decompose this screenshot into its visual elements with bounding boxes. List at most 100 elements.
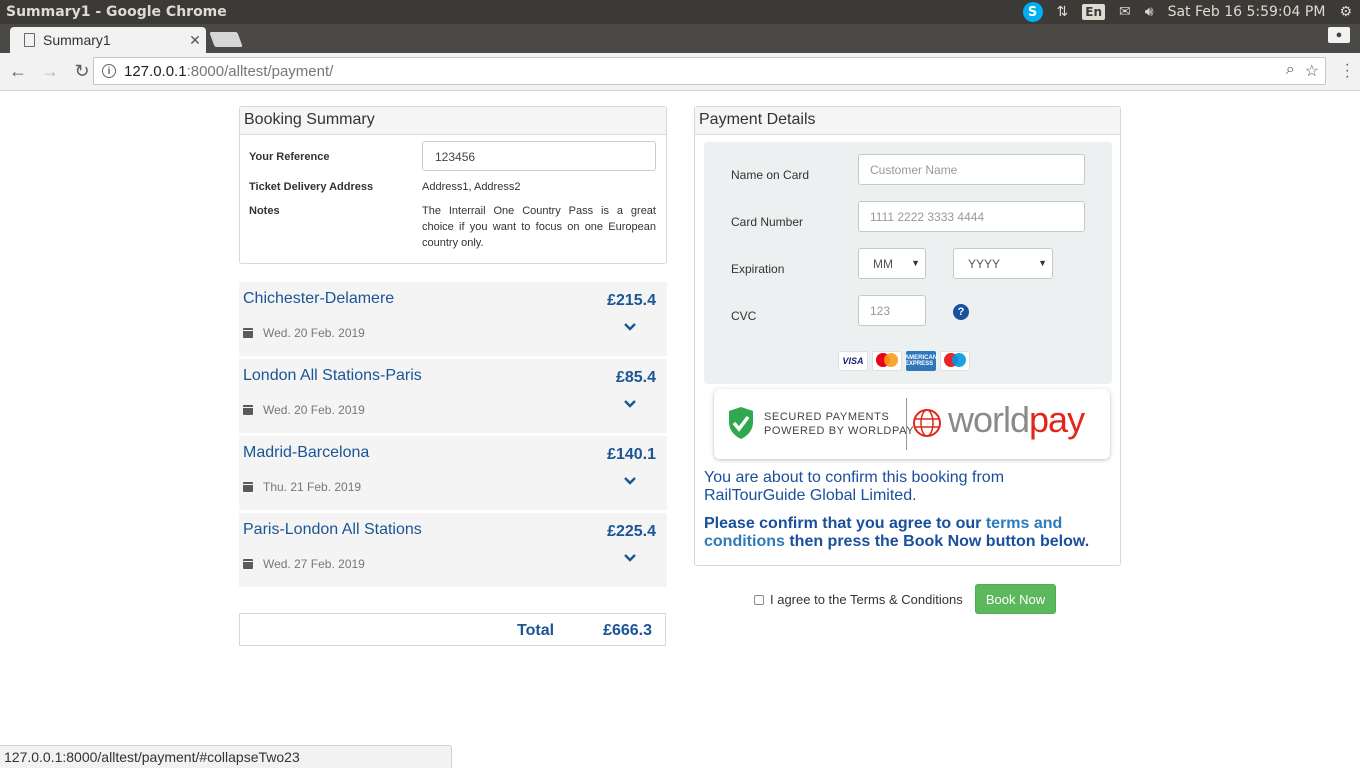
new-tab-button[interactable] — [209, 32, 243, 47]
document-icon — [24, 33, 35, 47]
total-label: Total — [517, 622, 555, 639]
total-value: £666.3 — [603, 622, 652, 639]
chevron-down-icon[interactable] — [623, 320, 637, 334]
calendar-icon — [243, 405, 253, 415]
expiry-month-select[interactable]: MM ▼ — [858, 248, 926, 279]
browser-tab-strip: Summary1 ✕ ● — [0, 24, 1360, 53]
agree-terms-label[interactable]: I agree to the Terms & Conditions — [770, 592, 963, 607]
delivery-address-label: Ticket Delivery Address — [249, 181, 374, 193]
status-bar-url: 127.0.0.1:8000/alltest/payment/#collapse… — [0, 745, 452, 768]
agree-terms-row[interactable]: I agree to the Terms & Conditions — [754, 592, 963, 607]
visa-card-icon: VISA — [838, 351, 868, 371]
card-form: Name on Card Customer Name Card Number 1… — [704, 142, 1112, 384]
chevron-down-icon[interactable] — [623, 397, 637, 411]
os-indicators: S ⇅ En ✉ 🔊︎ Sat Feb 16 5:59:04 PM ⚙ — [1022, 0, 1360, 24]
amex-card-icon: AMERICAN EXPRESS — [905, 351, 937, 371]
journey-date: Wed. 20 Feb. 2019 — [263, 403, 365, 417]
journey-price: £85.4 — [615, 369, 656, 386]
cvc-label: CVC — [731, 309, 757, 323]
journey-route[interactable]: London All Stations-Paris — [243, 367, 422, 385]
settings-gear-icon[interactable]: ⚙ — [1339, 2, 1352, 22]
confirm-booking-text: You are about to confirm this booking fr… — [704, 469, 1005, 504]
total-box: Total £666.3 — [239, 613, 666, 646]
expiration-label: Expiration — [731, 262, 785, 276]
terms-instruction: Please confirm that you agree to our ter… — [704, 515, 1114, 551]
card-number-input[interactable]: 1111 2222 3333 4444 — [858, 201, 1085, 232]
badge-divider — [906, 398, 907, 450]
name-on-card-input[interactable]: Customer Name — [858, 154, 1085, 185]
site-info-icon[interactable]: i — [102, 64, 116, 78]
worldpay-logo: worldpay — [948, 399, 1085, 441]
agree-terms-checkbox[interactable] — [754, 594, 764, 605]
worldpay-globe-icon — [913, 409, 941, 437]
profile-icon[interactable]: ● — [1328, 27, 1350, 43]
terms-prefix: Please confirm that you agree to our — [704, 515, 986, 532]
expiry-year-select[interactable]: YYYY ▼ — [953, 248, 1053, 279]
journey-route[interactable]: Paris-London All Stations — [243, 521, 422, 539]
payment-details-panel: Payment Details Name on Card Customer Na… — [694, 106, 1121, 566]
notes-label: Notes — [249, 205, 280, 217]
keyboard-language-indicator[interactable]: En — [1082, 4, 1106, 20]
url-path: :8000/alltest/payment/ — [186, 62, 334, 80]
booking-summary-panel: Booking Summary Your Reference 123456 Ti… — [239, 106, 667, 264]
journey-item[interactable]: Madrid-Barcelona £140.1 Thu. 21 Feb. 201… — [239, 436, 667, 510]
delivery-address-value: Address1, Address2 — [422, 181, 521, 193]
payment-details-heading: Payment Details — [695, 107, 1120, 135]
zoom-icon[interactable]: ⌕ — [1286, 61, 1295, 81]
menu-kebab-icon[interactable]: · · · — [1345, 57, 1350, 85]
secured-payments-text: SECURED PAYMENTS POWERED BY WORLDPAY — [764, 410, 914, 438]
journey-item[interactable]: London All Stations-Paris £85.4 Wed. 20 … — [239, 359, 667, 433]
forward-arrow-icon[interactable]: → — [36, 61, 64, 82]
browser-toolbar: ← → ↻ i 127.0.0.1:8000/alltest/payment/ … — [0, 53, 1360, 91]
journey-route[interactable]: Madrid-Barcelona — [243, 444, 369, 462]
mastercard-icon — [872, 351, 902, 371]
calendar-icon — [243, 559, 253, 569]
question-help-icon[interactable]: ? — [953, 304, 969, 320]
chevron-down-icon[interactable] — [623, 474, 637, 488]
logo-world: world — [948, 399, 1030, 440]
journey-item[interactable]: Chichester-Delamere £215.4 Wed. 20 Feb. … — [239, 282, 667, 356]
notes-value: The Interrail One Country Pass is a grea… — [422, 205, 656, 249]
tab-title: Summary1 — [43, 32, 111, 48]
close-icon[interactable]: ✕ — [184, 32, 206, 49]
expiry-year-value: YYYY — [968, 257, 1001, 271]
volume-icon[interactable]: 🔊︎ — [1145, 2, 1154, 22]
reference-label: Your Reference — [249, 151, 330, 163]
journey-item[interactable]: Paris-London All Stations £225.4 Wed. 27… — [239, 513, 667, 587]
journey-price: £215.4 — [607, 292, 656, 309]
chevron-down-icon[interactable] — [623, 551, 637, 565]
secured-line-2: POWERED BY WORLDPAY — [764, 425, 915, 437]
mail-icon[interactable]: ✉ — [1119, 2, 1131, 22]
dropdown-arrow-icon: ▼ — [911, 258, 920, 268]
dropdown-arrow-icon: ▼ — [1038, 258, 1047, 268]
clock[interactable]: Sat Feb 16 5:59:04 PM — [1168, 2, 1326, 22]
reference-input[interactable]: 123456 — [422, 141, 656, 171]
reload-icon[interactable]: ↻ — [68, 61, 96, 82]
booking-summary-heading: Booking Summary — [240, 107, 666, 135]
cvc-input[interactable]: 123 — [858, 295, 926, 326]
browser-tab[interactable]: Summary1 ✕ — [10, 27, 206, 53]
expiry-month-value: MM — [873, 257, 893, 271]
worldpay-badge: SECURED PAYMENTS POWERED BY WORLDPAY wor… — [714, 389, 1110, 459]
network-icon[interactable]: ⇅ — [1057, 2, 1069, 22]
terms-suffix: then press the Book Now button below. — [784, 533, 1090, 550]
journey-date: Wed. 20 Feb. 2019 — [263, 326, 365, 340]
address-bar[interactable]: i 127.0.0.1:8000/alltest/payment/ ⌕ ☆ — [93, 57, 1326, 85]
journey-price: £140.1 — [607, 446, 656, 463]
os-top-bar: Summary1 - Google Chrome S ⇅ En ✉ 🔊︎ Sat… — [0, 0, 1360, 24]
page-content: Booking Summary Your Reference 123456 Ti… — [0, 92, 1360, 768]
logo-pay: pay — [1029, 399, 1085, 440]
shield-check-icon — [729, 407, 753, 439]
skype-icon[interactable]: S — [1022, 2, 1043, 22]
window-title: Summary1 - Google Chrome — [6, 4, 227, 20]
maestro-card-icon — [940, 351, 970, 371]
back-arrow-icon[interactable]: ← — [4, 61, 32, 82]
book-now-button[interactable]: Book Now — [975, 584, 1056, 614]
calendar-icon — [243, 482, 253, 492]
journey-date: Wed. 27 Feb. 2019 — [263, 557, 365, 571]
url-host: 127.0.0.1 — [124, 62, 187, 80]
secured-line-1: SECURED PAYMENTS — [764, 411, 890, 423]
bookmark-star-icon[interactable]: ☆ — [1305, 61, 1319, 81]
card-number-label: Card Number — [731, 215, 804, 229]
journey-route[interactable]: Chichester-Delamere — [243, 290, 394, 308]
